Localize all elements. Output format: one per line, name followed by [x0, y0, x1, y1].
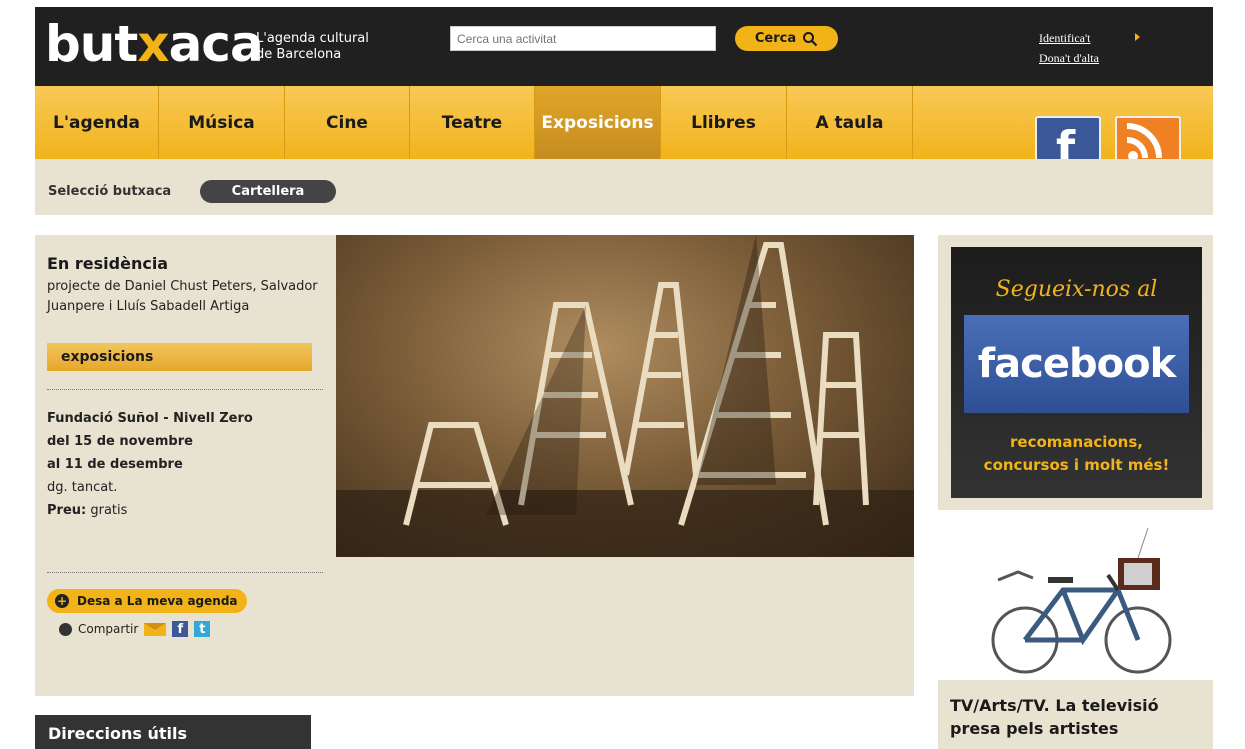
event-photo[interactable] — [336, 235, 914, 557]
site-tagline: L'agenda cultural de Barcelona — [256, 31, 369, 62]
nav-item-a-taula[interactable]: A taula — [787, 86, 913, 159]
share-icon — [59, 622, 72, 636]
price-label: Preu: — [47, 503, 87, 518]
plus-icon: + — [55, 594, 69, 608]
facebook-icon[interactable]: f — [1035, 116, 1101, 159]
register-link[interactable]: Dona't d'alta — [1039, 48, 1099, 68]
nav-item-musica[interactable]: Música — [159, 86, 285, 159]
mail-icon[interactable] — [144, 622, 167, 636]
save-to-agenda-button[interactable]: + Desa a La meva agenda — [47, 589, 247, 613]
search-button-label: Cerca — [754, 31, 797, 46]
article-title[interactable]: TV/Arts/TV. La televisió presa pels arti… — [938, 680, 1213, 749]
subnav-item-seleccio[interactable]: Selecció butxaca — [48, 184, 171, 199]
event-details: Fundació Suñol - Nivell Zero del 15 de n… — [47, 407, 253, 522]
account-links: Identifica't Dona't d'alta — [1039, 28, 1099, 68]
facebook-promo-heading: Segueix-nos al — [995, 277, 1158, 302]
event-venue[interactable]: Fundació Suñol - Nivell Zero — [47, 411, 253, 426]
event-closed: dg. tancat. — [47, 480, 118, 495]
nav-item-cine[interactable]: Cine — [285, 86, 410, 159]
category-label[interactable]: exposicions — [47, 343, 326, 371]
share-row: Compartir f t — [59, 621, 211, 637]
nav-item-exposicions[interactable]: Exposicions — [535, 86, 661, 159]
facebook-promo-banner: Segueix-nos al facebook recomanacions, c… — [951, 247, 1202, 498]
event-title[interactable]: En residència — [47, 254, 168, 273]
divider — [47, 572, 323, 573]
arrow-right-icon — [1135, 33, 1140, 41]
divider — [47, 389, 323, 390]
search-button[interactable]: Cerca — [735, 26, 838, 51]
share-label[interactable]: Compartir — [78, 622, 138, 636]
facebook-promo[interactable]: Segueix-nos al facebook recomanacions, c… — [938, 235, 1213, 510]
price-value: gratis — [86, 503, 128, 518]
nav-item-teatre[interactable]: Teatre — [410, 86, 535, 159]
subnav-item-cartellera[interactable]: Cartellera — [200, 180, 336, 203]
nav-item-llibres[interactable]: Llibres — [661, 86, 787, 159]
site-logo[interactable]: butxaca — [45, 11, 264, 77]
event-date-to: al 11 de desembre — [47, 457, 183, 472]
rss-icon[interactable] — [1115, 116, 1181, 159]
useful-addresses-heading: Direccions útils — [35, 715, 311, 749]
page: butxaca L'agenda cultural de Barcelona C… — [0, 0, 1245, 749]
login-link[interactable]: Identifica't — [1039, 28, 1099, 48]
save-button-label: Desa a La meva agenda — [77, 594, 238, 608]
sub-nav: Selecció butxaca Cartellera — [35, 159, 1213, 215]
search-input[interactable] — [450, 26, 716, 51]
search-icon — [803, 31, 818, 46]
twitter-share-icon[interactable]: t — [194, 621, 211, 637]
article-image[interactable] — [938, 520, 1213, 680]
facebook-promo-caption: recomanacions, concursos i molt més! — [983, 433, 1170, 474]
nav-item-agenda[interactable]: L'agenda — [35, 86, 159, 159]
facebook-logo: facebook — [964, 315, 1189, 413]
top-bar: butxaca L'agenda cultural de Barcelona C… — [35, 7, 1213, 86]
facebook-share-icon[interactable]: f — [172, 621, 189, 637]
event-description: projecte de Daniel Chust Peters, Salvado… — [47, 279, 318, 314]
event-date-from: del 15 de novembre — [47, 434, 193, 449]
